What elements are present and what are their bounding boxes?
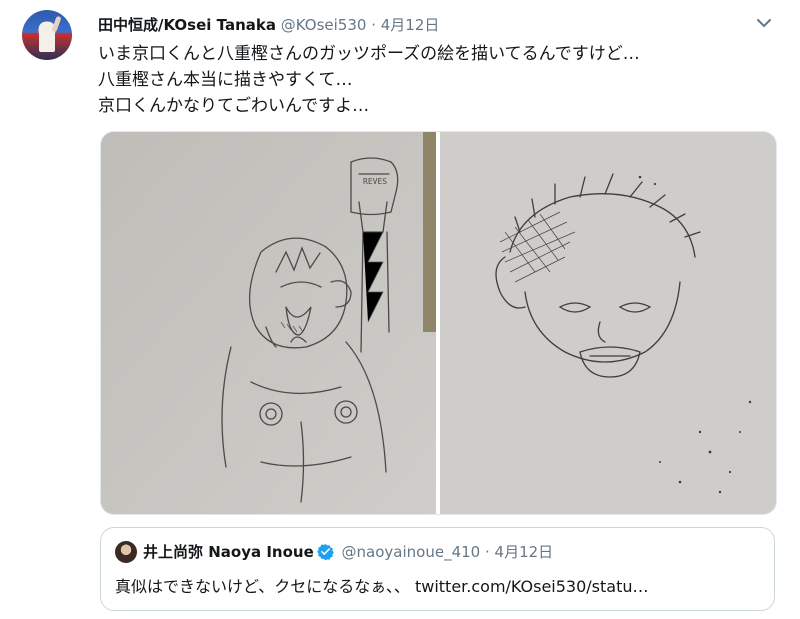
media-photo-right[interactable] [440, 132, 776, 514]
tweet-line-1: いま京口くんと八重樫さんのガッツポーズの絵を描いてるんですけど… [98, 44, 640, 64]
quoted-author-avatar[interactable] [115, 541, 137, 563]
quoted-tweet-header: 井上尚弥 Naoya Inoue @naoyainoue_410 · 4月12日 [143, 541, 553, 562]
tweet-line-3: 京口くんかなりてごわいんですよ… [98, 96, 370, 116]
verified-badge-icon [316, 543, 334, 561]
tweet-header: 田中恒成/KOsei Tanaka @KOsei530 · 4月12日 [98, 14, 439, 35]
media-photo-left[interactable]: REVES [101, 132, 436, 514]
quoted-tweet-text: 真似はできないけど、クセになるなぁ、、 twitter.com/KOsei530… [115, 577, 649, 596]
tweet-date[interactable]: 4月12日 [381, 16, 440, 34]
avatar-arm [51, 15, 62, 33]
sketch-face-drawing [440, 132, 776, 514]
quoted-author-display-name[interactable]: 井上尚弥 Naoya Inoue [143, 543, 314, 561]
author-avatar[interactable] [22, 10, 72, 60]
author-display-name[interactable]: 田中恒成/KOsei Tanaka [98, 16, 276, 34]
quoted-tweet-date[interactable]: 4月12日 [495, 543, 554, 561]
quoted-tweet[interactable]: 井上尚弥 Naoya Inoue @naoyainoue_410 · 4月12日… [100, 527, 775, 611]
quoted-header-separator: · [484, 543, 490, 561]
chevron-down-icon[interactable] [754, 14, 774, 32]
tweet-media[interactable]: REVES [100, 131, 777, 515]
header-separator: · [371, 16, 376, 34]
sketch-glove-text: REVES [363, 177, 387, 186]
quoted-author-handle[interactable]: @naoyainoue_410 [342, 543, 481, 561]
author-handle[interactable]: @KOsei530 [281, 16, 367, 34]
tweet-text: いま京口くんと八重樫さんのガッツポーズの絵を描いてるんですけど… 八重樫さん本当… [98, 41, 788, 119]
tweet-line-2: 八重樫さん本当に描きやすくて… [98, 70, 353, 90]
sketch-boxer-drawing: REVES [101, 132, 436, 514]
